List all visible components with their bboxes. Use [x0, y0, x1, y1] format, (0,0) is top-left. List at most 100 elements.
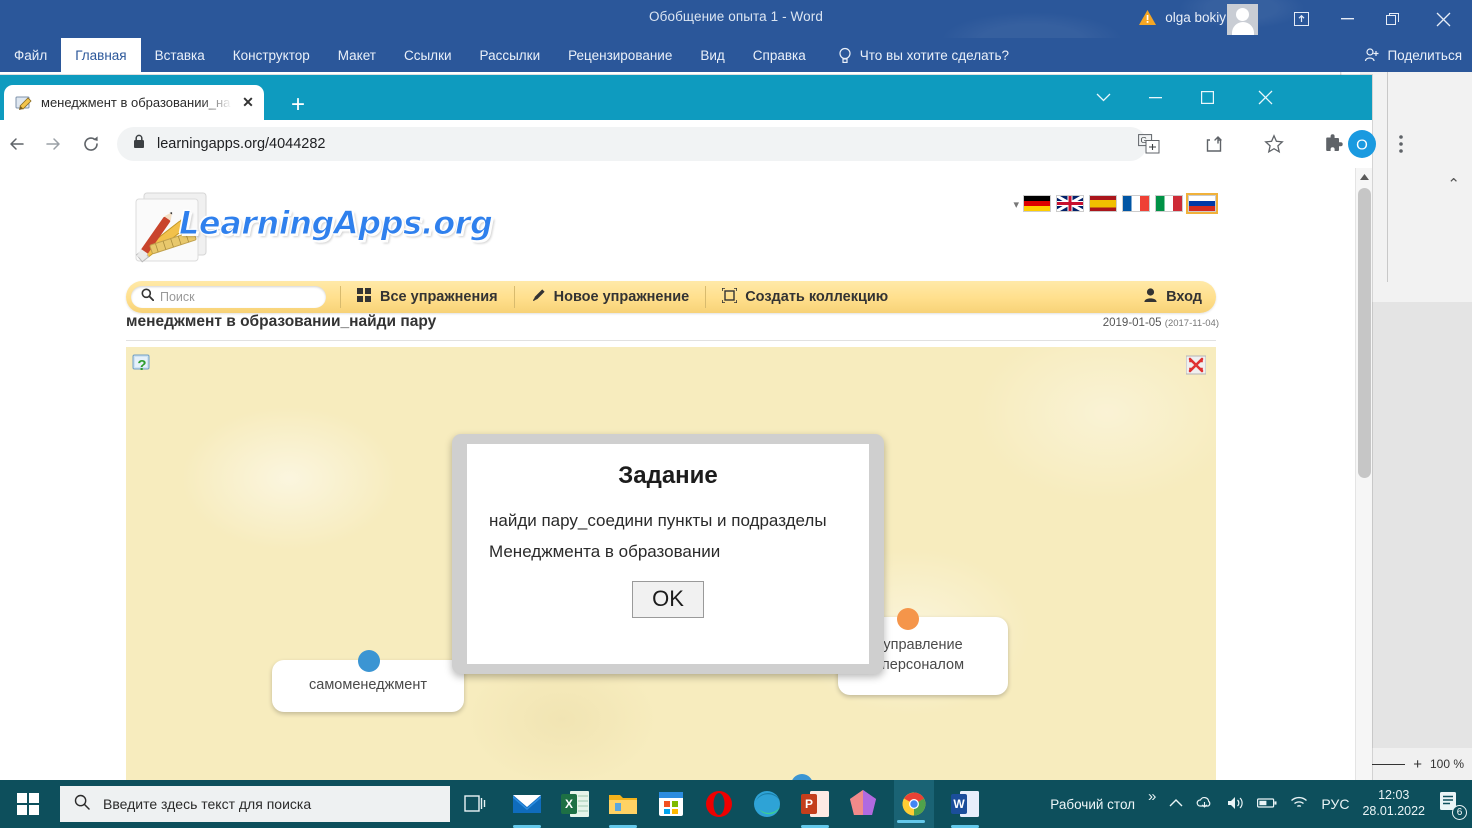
page-scrollbar-thumb[interactable]: [1358, 188, 1371, 478]
word-icon[interactable]: W: [948, 787, 982, 828]
chrome-close-button[interactable]: [1239, 75, 1291, 120]
onedrive-icon[interactable]: [1196, 795, 1213, 814]
clock[interactable]: 12:03 28.01.2022: [1362, 788, 1425, 819]
ribbon-tab-insert[interactable]: Вставка: [141, 38, 219, 72]
address-bar[interactable]: learningapps.org/4044282: [117, 127, 1147, 161]
ribbon-tab-help[interactable]: Справка: [739, 38, 820, 72]
taskbar-search-input[interactable]: Введите здесь текст для поиска: [60, 786, 450, 822]
nav-create-collection[interactable]: Создать коллекцию: [706, 286, 904, 307]
exercise-card-label: самоменеджмент: [309, 677, 427, 694]
grid-icon: [357, 288, 372, 306]
search-placeholder: Поиск: [160, 290, 195, 304]
edge-icon[interactable]: [750, 787, 784, 821]
flag-fr[interactable]: [1123, 196, 1149, 211]
ribbon-display-options-button[interactable]: [1278, 0, 1324, 38]
word-share-button[interactable]: Поделиться: [1364, 38, 1462, 72]
flag-de[interactable]: [1024, 196, 1050, 211]
site-logo-text: LearningApps.org: [178, 204, 493, 243]
ruler-line: [1387, 72, 1388, 282]
zoom-in-icon[interactable]: +: [1413, 756, 1422, 773]
flag-es[interactable]: [1090, 196, 1116, 211]
file-explorer-icon[interactable]: [606, 787, 640, 828]
svg-text:P: P: [805, 797, 813, 811]
chrome-minimize-dropdown-button[interactable]: [1077, 75, 1129, 120]
tell-me-box[interactable]: Что вы хотите сделать?: [820, 38, 1009, 72]
ribbon-tab-home[interactable]: Главная: [61, 38, 141, 72]
search-input[interactable]: Поиск: [131, 286, 326, 308]
word-account-area[interactable]: olga bokiy: [1139, 10, 1226, 25]
microsoft-store-icon[interactable]: [654, 787, 688, 821]
browser-tab[interactable]: менеджмент в образовании_на ✕: [4, 85, 264, 120]
card-connector-dot[interactable]: [358, 650, 380, 672]
battery-icon[interactable]: [1257, 796, 1277, 813]
new-tab-button[interactable]: +: [285, 92, 311, 118]
photos-icon[interactable]: [846, 787, 880, 821]
opera-icon[interactable]: [702, 787, 736, 821]
forward-arrow-icon[interactable]: [40, 131, 66, 157]
dialog-ok-button[interactable]: OK: [632, 581, 704, 618]
translate-icon[interactable]: G: [1137, 132, 1161, 156]
zoom-level-label[interactable]: 100 %: [1430, 757, 1464, 771]
notifications-icon[interactable]: 6: [1438, 789, 1467, 820]
chrome-menu-icon[interactable]: [1390, 132, 1412, 156]
nav-create-collection-label: Создать коллекцию: [745, 289, 889, 305]
word-ribbon-tabs: Файл Главная Вставка Конструктор Макет С…: [0, 38, 1472, 72]
nav-all-exercises-label: Все упражнения: [380, 289, 498, 305]
share-icon[interactable]: [1202, 132, 1226, 156]
avatar-head: [1236, 8, 1249, 21]
site-logo[interactable]: LearningApps.org: [126, 191, 506, 269]
card-connector-dot[interactable]: [897, 608, 919, 630]
ribbon-tab-review[interactable]: Рецензирование: [554, 38, 686, 72]
chevron-up-icon[interactable]: [1169, 797, 1183, 811]
svg-text:X: X: [565, 797, 573, 811]
flag-it[interactable]: [1156, 196, 1182, 211]
input-language-indicator[interactable]: РУС: [1321, 796, 1349, 812]
avatar[interactable]: [1227, 4, 1258, 35]
back-arrow-icon[interactable]: [4, 131, 30, 157]
help-question-icon[interactable]: ?: [132, 353, 154, 375]
word-close-button[interactable]: [1420, 0, 1466, 38]
task-dialog: Задание найди пару_соедини пункты и подр…: [467, 444, 869, 664]
windows-start-icon[interactable]: [4, 784, 52, 824]
chrome-icon[interactable]: [894, 780, 934, 828]
powerpoint-icon[interactable]: P: [798, 787, 832, 828]
nav-all-exercises[interactable]: Все упражнения: [341, 288, 514, 306]
ribbon-tab-mailings[interactable]: Рассылки: [466, 38, 555, 72]
extensions-puzzle-icon[interactable]: [1321, 132, 1345, 156]
nav-new-exercise[interactable]: Новое упражнение: [515, 288, 706, 307]
lock-icon[interactable]: [133, 134, 145, 154]
ribbon-tab-file[interactable]: Файл: [0, 38, 61, 72]
flag-en[interactable]: [1057, 196, 1083, 211]
profile-avatar[interactable]: O: [1348, 130, 1376, 158]
task-view-icon[interactable]: [462, 792, 488, 816]
mail-icon[interactable]: [510, 787, 544, 828]
login-label: Вход: [1166, 289, 1202, 305]
word-minimize-button[interactable]: [1324, 0, 1370, 38]
wifi-icon[interactable]: [1290, 795, 1308, 813]
login-button[interactable]: Вход: [1144, 288, 1202, 306]
exercise-date-value: 2019-01-05: [1102, 317, 1162, 329]
chevron-down-icon[interactable]: ▾: [1013, 198, 1019, 211]
ribbon-tab-design[interactable]: Конструктор: [219, 38, 324, 72]
collapse-ribbon-icon[interactable]: ⌃: [1447, 175, 1460, 193]
fullscreen-icon[interactable]: [1185, 355, 1207, 375]
word-restore-button[interactable]: [1370, 0, 1416, 38]
ribbon-tab-references[interactable]: Ссылки: [390, 38, 466, 72]
exercise-title: менеджмент в образовании_найди пару: [126, 313, 437, 330]
chrome-maximize-button[interactable]: [1181, 75, 1233, 120]
flag-ru[interactable]: [1186, 193, 1218, 214]
ribbon-tab-view[interactable]: Вид: [686, 38, 738, 72]
tray-overflow-label[interactable]: »: [1148, 788, 1156, 805]
chrome-toolbar: learningapps.org/4044282 G O: [0, 120, 1403, 168]
chrome-minimize-button[interactable]: [1129, 75, 1181, 120]
volume-icon[interactable]: [1226, 795, 1244, 814]
reload-icon[interactable]: [78, 131, 104, 157]
show-desktop-label[interactable]: Рабочий стол: [1050, 797, 1135, 812]
ribbon-tab-layout[interactable]: Макет: [324, 38, 390, 72]
page-scrollbar[interactable]: [1355, 168, 1372, 780]
scroll-up-arrow-icon[interactable]: [1356, 168, 1372, 185]
close-icon[interactable]: ✕: [240, 94, 256, 111]
bookmark-star-icon[interactable]: [1262, 132, 1286, 156]
share-person-icon: [1365, 48, 1379, 62]
excel-icon[interactable]: X: [558, 787, 592, 821]
